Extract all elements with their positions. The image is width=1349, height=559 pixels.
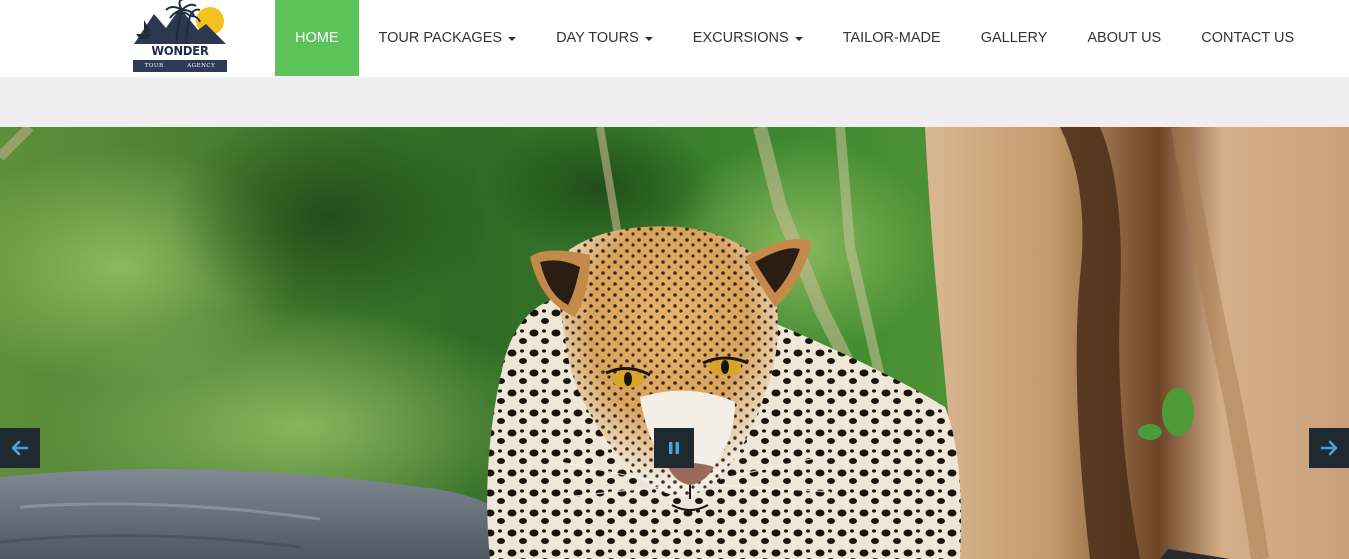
nav-item-day-tours[interactable]: DAY TOURS — [536, 0, 673, 76]
nav-item-label: GALLERY — [980, 30, 1048, 46]
hero-slider — [0, 127, 1349, 559]
nav-item-label: CONTACT US — [1201, 30, 1295, 46]
slide-image-leopard — [0, 127, 1349, 559]
logo-tagline: TOUR AGENCY — [133, 60, 227, 72]
pause-icon — [669, 442, 679, 454]
arrow-right-icon — [1320, 440, 1338, 456]
logo-tagline-left: TOUR — [144, 63, 164, 69]
slider-next-button[interactable] — [1309, 428, 1349, 468]
nav-item-label: TAILOR-MADE — [842, 30, 941, 46]
logo-graphic — [134, 0, 226, 44]
nav-item-gallery[interactable]: GALLERY — [961, 0, 1068, 76]
main-nav: HOME TOUR PACKAGES DAY TOURS EXCURSIONS … — [275, 0, 1314, 76]
caret-down-icon — [644, 36, 653, 41]
nav-item-label: ABOUT US — [1087, 30, 1162, 46]
nav-item-excursions[interactable]: EXCURSIONS — [673, 0, 823, 76]
site-logo[interactable]: WONDER LANKA TOUR AGENCY — [132, 0, 228, 74]
nav-item-contact-us[interactable]: CONTACT US — [1181, 0, 1314, 76]
slider-prev-button[interactable] — [0, 428, 40, 468]
nav-item-tailor-made[interactable]: TAILOR-MADE — [823, 0, 961, 76]
arrow-left-icon — [11, 440, 29, 456]
site-header: WONDER LANKA TOUR AGENCY HOME TOUR PACKA… — [0, 0, 1349, 77]
nav-item-label: EXCURSIONS — [692, 30, 789, 46]
nav-item-label: HOME — [295, 30, 339, 46]
header-spacer-band — [0, 77, 1349, 127]
nav-item-tour-packages[interactable]: TOUR PACKAGES — [359, 0, 537, 76]
nav-item-label: DAY TOURS — [556, 30, 639, 46]
nav-item-home[interactable]: HOME — [275, 0, 359, 76]
caret-down-icon — [794, 36, 803, 41]
nav-item-label: TOUR PACKAGES — [378, 30, 503, 46]
caret-down-icon — [508, 36, 517, 41]
slider-pause-button[interactable] — [654, 428, 694, 468]
nav-item-about-us[interactable]: ABOUT US — [1067, 0, 1181, 76]
logo-tagline-right: AGENCY — [187, 63, 216, 69]
